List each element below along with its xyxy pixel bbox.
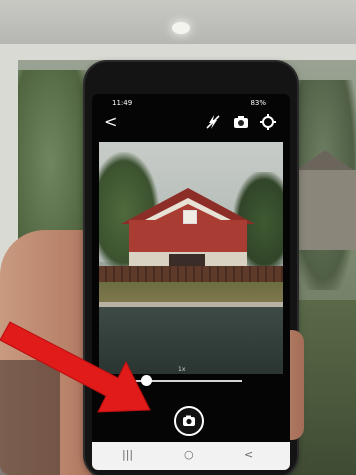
phone-screen: 11:49 83% < 1x ||| ○ < [92,94,290,470]
status-battery: 83% [250,99,266,107]
ceiling-light [172,22,190,34]
nav-back-button[interactable]: < [244,448,253,462]
photo-scene: 11:49 83% < 1x ||| ○ < [0,0,356,475]
vf-fence [99,266,283,282]
status-bar: 11:49 83% [92,96,290,110]
hand-shadow [0,360,60,475]
camera-switch-icon[interactable] [232,113,250,131]
nav-home-button[interactable]: ○ [184,448,194,462]
vf-house-window [183,210,197,224]
zoom-slider-handle[interactable] [141,375,152,386]
background-house [296,170,356,250]
camera-viewfinder[interactable] [99,142,283,374]
flash-off-icon[interactable] [204,113,222,131]
vf-pool-cover [99,307,283,374]
settings-gear-icon[interactable] [259,113,277,131]
zoom-label: 1x [178,366,186,373]
status-time: 11:49 [112,99,133,107]
camera-icon [183,415,195,426]
camera-top-bar: < [92,110,290,136]
nav-recents-button[interactable]: ||| [122,448,133,462]
android-nav-bar: ||| ○ < [92,442,290,470]
back-button[interactable]: < [104,112,117,132]
shutter-button[interactable] [174,406,204,436]
